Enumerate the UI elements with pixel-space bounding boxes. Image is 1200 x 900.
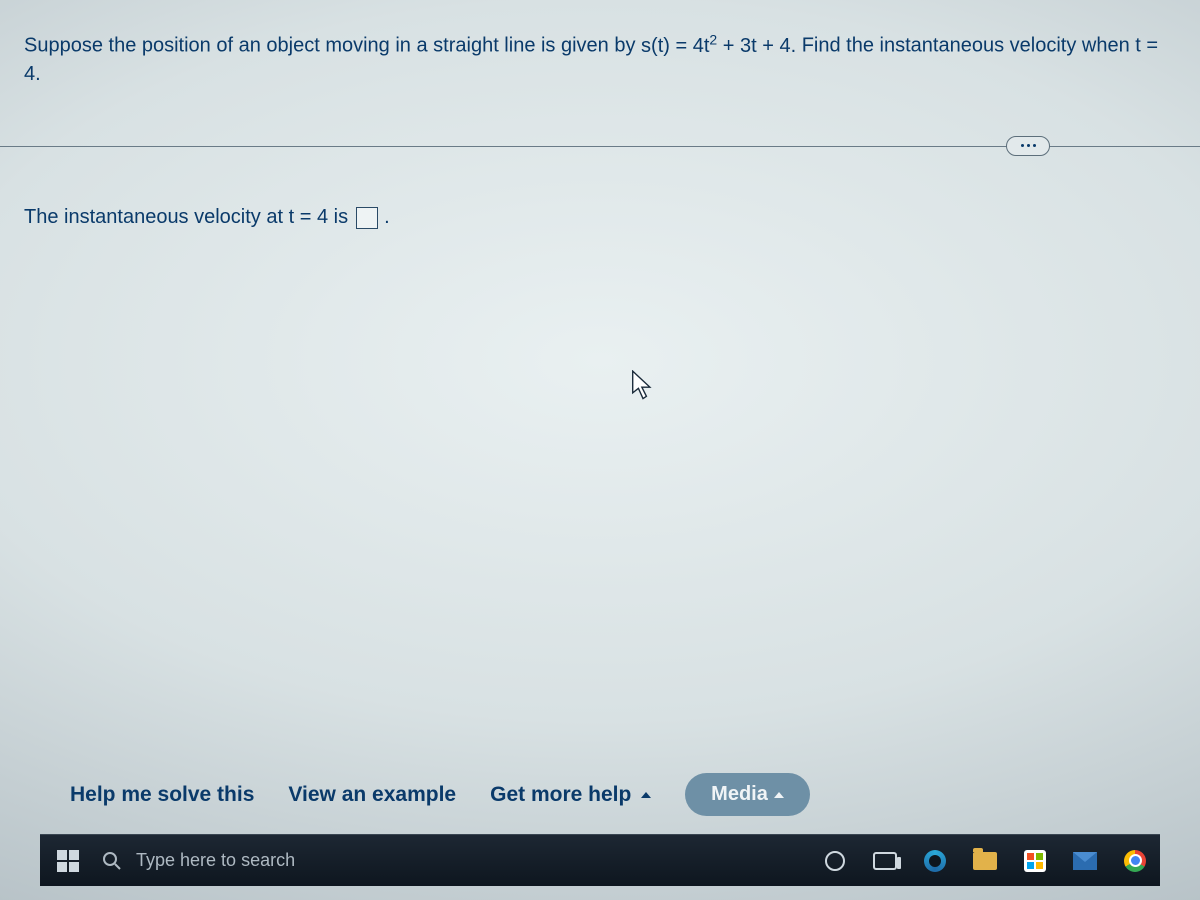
- get-more-help-link[interactable]: Get more help: [490, 783, 651, 807]
- mail-icon: [1073, 852, 1097, 870]
- microsoft-store-icon: [1024, 850, 1046, 872]
- view-example-link[interactable]: View an example: [288, 783, 456, 807]
- get-more-help-label: Get more help: [490, 783, 631, 806]
- ellipsis-icon: [1021, 144, 1024, 147]
- task-view-icon: [873, 852, 897, 870]
- divider-row: [0, 136, 1200, 156]
- chrome-button[interactable]: [1110, 835, 1160, 886]
- media-button[interactable]: Media: [685, 773, 810, 816]
- answer-area: The instantaneous velocity at t = 4 is .: [0, 156, 1200, 240]
- taskbar-search[interactable]: Type here to search: [96, 835, 516, 886]
- task-view-button[interactable]: [860, 835, 910, 886]
- formula-rhs: + 3t + 4.: [717, 35, 796, 57]
- taskbar: Type here to search: [40, 834, 1160, 886]
- mail-button[interactable]: [1060, 835, 1110, 886]
- answer-prompt-prefix: The instantaneous velocity at t = 4 is: [24, 206, 354, 228]
- start-button[interactable]: [40, 835, 96, 886]
- ellipsis-icon: [1027, 144, 1030, 147]
- question-text: Suppose the position of an object moving…: [24, 35, 1158, 85]
- file-explorer-button[interactable]: [960, 835, 1010, 886]
- view-example-label: View an example: [288, 783, 456, 806]
- question-prefix: Suppose the position of an object moving…: [24, 35, 641, 57]
- help-me-solve-label: Help me solve this: [70, 783, 254, 806]
- edge-button[interactable]: [910, 835, 960, 886]
- answer-input[interactable]: [356, 207, 378, 229]
- media-label: Media: [711, 783, 768, 806]
- caret-up-icon: [774, 792, 784, 798]
- caret-up-icon: [641, 792, 651, 798]
- folder-icon: [973, 852, 997, 870]
- question-area: Suppose the position of an object moving…: [0, 0, 1200, 98]
- answer-prompt-suffix: .: [384, 206, 390, 228]
- taskbar-search-placeholder: Type here to search: [136, 850, 295, 871]
- cursor-icon: [630, 370, 656, 402]
- ellipsis-icon: [1033, 144, 1036, 147]
- more-options-button[interactable]: [1006, 136, 1050, 156]
- question-formula: s(t) = 4t2 + 3t + 4.: [641, 35, 802, 57]
- help-me-solve-link[interactable]: Help me solve this: [70, 783, 254, 807]
- formula-lhs: s(t) = 4t: [641, 35, 709, 57]
- help-bar: Help me solve this View an example Get m…: [70, 773, 810, 816]
- search-icon: [102, 851, 122, 871]
- chrome-icon: [1124, 850, 1146, 872]
- store-button[interactable]: [1010, 835, 1060, 886]
- cortana-button[interactable]: [810, 835, 860, 886]
- windows-logo-icon: [57, 850, 79, 872]
- cortana-icon: [825, 851, 845, 871]
- taskbar-icons: [810, 835, 1160, 886]
- edge-icon: [924, 850, 946, 872]
